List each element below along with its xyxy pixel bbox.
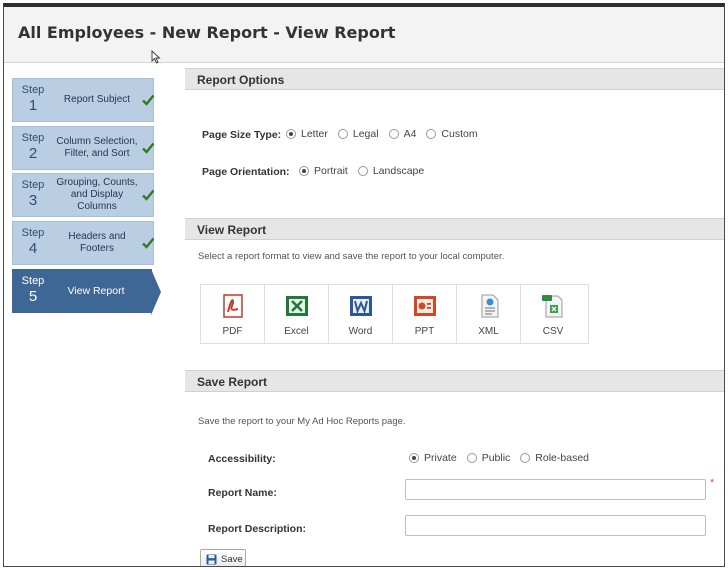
mouse-cursor-icon <box>151 50 161 64</box>
format-excel[interactable]: Excel <box>265 285 329 343</box>
view-report-hint: Select a report format to view and save … <box>198 251 505 262</box>
radio-private[interactable] <box>409 453 419 463</box>
step-number: Step 4 <box>13 222 53 264</box>
step-word: Step <box>21 84 45 96</box>
step-number: Step 3 <box>13 174 53 216</box>
format-options: PDF Excel Word PPT XML CSV <box>200 284 589 344</box>
radio-custom[interactable] <box>426 129 437 139</box>
step-label: View Report <box>67 284 125 297</box>
step-word: Step <box>21 132 45 144</box>
radio-a4[interactable] <box>388 129 399 139</box>
step-num: 5 <box>28 288 38 305</box>
radio-label: A4 <box>403 128 417 140</box>
report-name-input[interactable] <box>405 479 706 500</box>
page-size-radio-group: Letter Legal A4 Custom <box>286 128 488 140</box>
format-label: CSV <box>542 326 564 337</box>
format-word[interactable]: Word <box>329 285 393 343</box>
format-ppt[interactable]: PPT <box>393 285 457 343</box>
page-size-legal[interactable]: Legal <box>337 128 379 140</box>
radio-label: Legal <box>352 128 379 140</box>
checkmark-icon <box>142 189 155 201</box>
save-button[interactable]: Save <box>200 549 246 566</box>
excel-icon <box>285 296 308 316</box>
accessibility-role-based[interactable]: Role-based <box>520 452 589 464</box>
radio-label: Portrait <box>314 165 348 177</box>
step-label: Headers and Footers <box>68 231 126 254</box>
step-3[interactable]: Step 3 Grouping, Counts, and Display Col… <box>12 173 155 217</box>
view-report-header: View Report <box>185 218 724 240</box>
page-size-letter[interactable]: Letter <box>286 128 328 140</box>
step-5-active[interactable]: Step 5 View Report <box>12 269 161 315</box>
save-button-label: Save <box>221 554 243 565</box>
radio-label: Landscape <box>372 165 425 177</box>
app-window: All Employees - New Report - View Report… <box>3 3 725 567</box>
step-num: 3 <box>28 192 38 209</box>
format-label: PPT <box>414 326 435 337</box>
radio-landscape[interactable] <box>357 166 368 176</box>
accessibility-label: Accessibility: <box>208 453 276 465</box>
step-word: Step <box>21 227 45 239</box>
step-label: Column Selection, Filter, and Sort <box>56 136 138 159</box>
step-number: Step 2 <box>13 127 53 169</box>
radio-letter[interactable] <box>286 129 296 139</box>
format-label: Excel <box>284 326 309 337</box>
report-options-header: Report Options <box>185 68 724 90</box>
title-bar: All Employees - New Report - View Report <box>4 7 724 64</box>
report-description-input[interactable] <box>405 515 706 536</box>
orientation-landscape[interactable]: Landscape <box>357 165 425 177</box>
csv-icon <box>542 295 563 318</box>
step-num: 4 <box>28 240 38 257</box>
page-size-custom[interactable]: Custom <box>426 128 478 140</box>
step-2[interactable]: Step 2 Column Selection, Filter, and Sor… <box>12 126 155 170</box>
radio-public[interactable] <box>466 453 477 463</box>
step-word: Step <box>21 179 45 191</box>
floppy-disk-icon <box>206 554 217 565</box>
format-label: Word <box>348 326 373 337</box>
checkmark-icon <box>142 237 155 249</box>
page-title: All Employees - New Report - View Report <box>18 23 396 42</box>
format-label: PDF <box>222 326 243 337</box>
required-marker: * <box>710 477 715 489</box>
word-icon <box>349 296 372 316</box>
save-report-header: Save Report <box>185 370 724 392</box>
orientation-radio-group: Portrait Landscape <box>299 165 434 177</box>
radio-label: Public <box>481 452 511 464</box>
checkmark-icon <box>142 94 155 106</box>
page-size-label: Page Size Type: <box>202 129 282 141</box>
accessibility-radio-group: Private Public Role-based <box>409 452 599 464</box>
step-4[interactable]: Step 4 Headers and Footers <box>12 221 155 265</box>
pdf-icon <box>222 294 243 318</box>
page-orientation-label: Page Orientation: <box>202 166 290 178</box>
radio-role-based[interactable] <box>520 453 531 463</box>
format-label: XML <box>478 326 499 337</box>
step-word: Step <box>21 275 45 287</box>
report-description-label: Report Description: <box>208 523 307 535</box>
step-label: Grouping, Counts, and Display Columns <box>56 177 138 212</box>
format-csv[interactable]: CSV <box>521 285 585 343</box>
accessibility-private[interactable]: Private <box>409 452 457 464</box>
page-size-a4[interactable]: A4 <box>388 128 417 140</box>
radio-label: Role-based <box>535 452 589 464</box>
checkmark-icon <box>142 142 155 154</box>
step-number: Step 1 <box>13 79 53 121</box>
save-report-hint: Save the report to your My Ad Hoc Report… <box>198 416 406 427</box>
report-name-label: Report Name: <box>208 487 277 499</box>
radio-label: Custom <box>441 128 478 140</box>
orientation-portrait[interactable]: Portrait <box>299 165 348 177</box>
radio-portrait[interactable] <box>299 166 309 176</box>
radio-label: Private <box>424 452 457 464</box>
step-label: Report Subject <box>63 94 131 105</box>
format-xml[interactable]: XML <box>457 285 521 343</box>
accessibility-public[interactable]: Public <box>466 452 511 464</box>
format-pdf[interactable]: PDF <box>201 285 265 343</box>
ppt-icon <box>413 296 436 316</box>
step-num: 1 <box>28 97 38 114</box>
step-1[interactable]: Step 1 Report Subject <box>12 78 155 122</box>
step-number: Step 5 <box>13 270 53 312</box>
xml-icon <box>481 294 498 318</box>
step-num: 2 <box>28 145 38 162</box>
radio-label: Letter <box>301 128 328 140</box>
radio-legal[interactable] <box>337 129 348 139</box>
